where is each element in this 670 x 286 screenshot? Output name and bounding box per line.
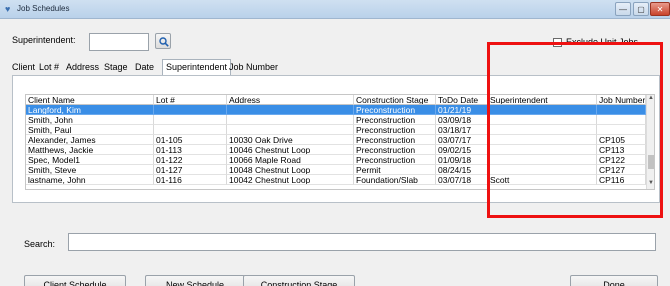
- lot-cell: 01-116: [154, 175, 227, 185]
- todo-date-cell: 08/24/15: [436, 165, 488, 175]
- app-heart-icon: ♥: [5, 4, 11, 14]
- superintendent-search-button[interactable]: [155, 33, 171, 49]
- lot-cell: [154, 105, 227, 115]
- column-header-lot[interactable]: Lot #: [154, 95, 227, 105]
- client-name-cell: Matthews, Jackie: [26, 145, 154, 155]
- tab-date[interactable]: Date: [135, 62, 154, 72]
- window-title: Job Schedules: [17, 4, 70, 13]
- address-cell: [227, 115, 354, 125]
- column-header-address[interactable]: Address: [227, 95, 354, 105]
- column-header-construction-stage[interactable]: Construction Stage: [354, 95, 436, 105]
- tab-superintendent[interactable]: Superintendent: [162, 59, 232, 75]
- address-cell: [227, 105, 354, 115]
- stage-cell: Preconstruction: [354, 105, 436, 115]
- column-header-todo-date[interactable]: ToDo Date: [436, 95, 488, 105]
- search-icon: [159, 37, 169, 47]
- client-name-cell: Smith, Paul: [26, 125, 154, 135]
- tab-client[interactable]: Client: [12, 62, 35, 72]
- new-schedule-button[interactable]: New Schedule: [145, 275, 245, 286]
- lot-cell: 01-122: [154, 155, 227, 165]
- annotation-highlight-box: [487, 42, 663, 218]
- client-name-cell: Smith, John: [26, 115, 154, 125]
- client-name-cell: Alexander, James: [26, 135, 154, 145]
- stage-cell: Preconstruction: [354, 135, 436, 145]
- client-name-cell: lastname, John: [26, 175, 154, 185]
- lot-cell: [154, 115, 227, 125]
- todo-date-cell: 03/07/18: [436, 175, 488, 185]
- column-header-client-name[interactable]: Client Name: [26, 95, 154, 105]
- address-cell: 10066 Maple Road: [227, 155, 354, 165]
- client-name-cell: Smith, Steve: [26, 165, 154, 175]
- todo-date-cell: 09/02/15: [436, 145, 488, 155]
- search-input[interactable]: [68, 233, 656, 251]
- stage-cell: Preconstruction: [354, 125, 436, 135]
- todo-date-cell: 01/21/19: [436, 105, 488, 115]
- title-bar: ♥ Job Schedules — ▢ ✕: [0, 0, 670, 19]
- tab-job-number[interactable]: Job Number: [229, 62, 278, 72]
- client-name-cell: Spec, Model1: [26, 155, 154, 165]
- stage-cell: Preconstruction: [354, 115, 436, 125]
- superintendent-input[interactable]: [89, 33, 149, 51]
- stage-cell: Foundation/Slab: [354, 175, 436, 185]
- address-cell: 10042 Chestnut Loop: [227, 175, 354, 185]
- minimize-button[interactable]: —: [615, 2, 631, 16]
- superintendent-label: Superintendent:: [12, 35, 76, 45]
- client-schedule-button[interactable]: Client Schedule: [24, 275, 126, 286]
- lot-cell: 01-127: [154, 165, 227, 175]
- client-name-cell: Langford, Kim: [26, 105, 154, 115]
- tab-lot[interactable]: Lot #: [39, 62, 59, 72]
- lot-cell: 01-113: [154, 145, 227, 155]
- search-label: Search:: [24, 239, 56, 249]
- stage-cell: Preconstruction: [354, 145, 436, 155]
- lot-cell: 01-105: [154, 135, 227, 145]
- close-button[interactable]: ✕: [650, 2, 670, 16]
- address-cell: 10030 Oak Drive: [227, 135, 354, 145]
- stage-cell: Permit: [354, 165, 436, 175]
- construction-stage-button[interactable]: Construction Stage: [243, 275, 355, 286]
- tab-stage[interactable]: Stage: [104, 62, 128, 72]
- tab-address[interactable]: Address: [66, 62, 99, 72]
- stage-cell: Preconstruction: [354, 155, 436, 165]
- todo-date-cell: 01/09/18: [436, 155, 488, 165]
- todo-date-cell: 03/18/17: [436, 125, 488, 135]
- todo-date-cell: 03/07/17: [436, 135, 488, 145]
- done-button[interactable]: Done: [570, 275, 658, 286]
- address-cell: 10048 Chestnut Loop: [227, 165, 354, 175]
- maximize-button[interactable]: ▢: [633, 2, 649, 16]
- todo-date-cell: 03/09/18: [436, 115, 488, 125]
- address-cell: 10046 Chestnut Loop: [227, 145, 354, 155]
- address-cell: [227, 125, 354, 135]
- lot-cell: [154, 125, 227, 135]
